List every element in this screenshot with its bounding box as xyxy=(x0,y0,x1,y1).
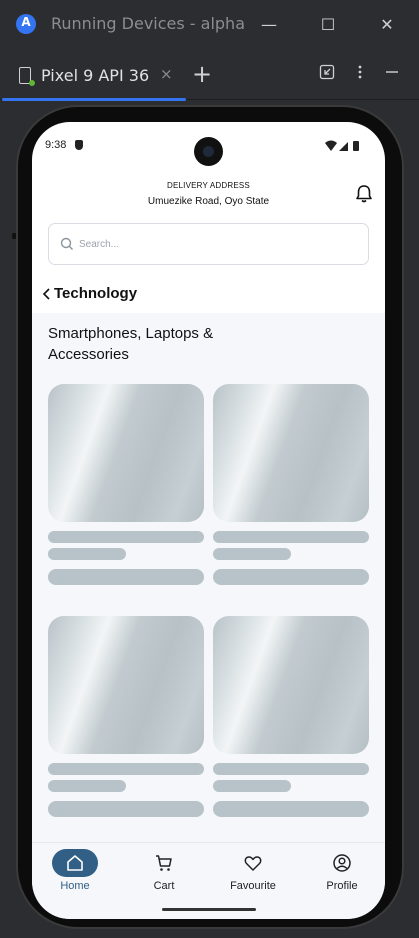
product-image-placeholder xyxy=(213,616,369,754)
category-title: Smartphones, Laptops & Accessories xyxy=(48,325,214,363)
minimize-button[interactable]: — xyxy=(254,10,284,40)
nav-item-home[interactable]: Home xyxy=(40,849,110,899)
skeleton-price-bar xyxy=(213,801,369,817)
nav-item-cart[interactable]: Cart xyxy=(129,849,199,899)
add-tab-button[interactable]: + xyxy=(190,60,214,88)
delivery-address-label: DELIVERY ADDRESS xyxy=(167,181,250,190)
tab-pixel-9-api-36[interactable]: Pixel 9 API 36 × xyxy=(0,50,186,101)
product-card-skeleton[interactable] xyxy=(48,616,204,822)
profile-icon xyxy=(333,854,351,872)
product-card-skeleton[interactable] xyxy=(213,616,369,822)
collapse-icon[interactable] xyxy=(316,64,338,86)
front-camera xyxy=(194,137,223,166)
phone-screen: 9:38 DELIVERY ADDRESS Umuezike Road, Oyo… xyxy=(32,122,385,919)
wifi-icon xyxy=(325,140,337,151)
search-bar[interactable] xyxy=(48,223,369,265)
skeleton-price-bar xyxy=(48,569,204,585)
app-header: DELIVERY ADDRESS Umuezike Road, Oyo Stat… xyxy=(32,168,385,214)
android-studio-logo-icon: A xyxy=(16,14,36,34)
device-tab-bar: Pixel 9 API 36 × + xyxy=(0,50,419,101)
nav-label-profile: Profile xyxy=(326,880,358,892)
tab-label: Pixel 9 API 36 xyxy=(41,66,150,85)
battery-icon xyxy=(353,141,359,151)
status-time: 9:38 xyxy=(45,139,67,151)
nav-label-favourite: Favourite xyxy=(230,880,276,892)
product-card-skeleton[interactable] xyxy=(213,384,369,590)
back-chevron-icon[interactable] xyxy=(40,286,54,302)
delivery-address-value[interactable]: Umuezike Road, Oyo State xyxy=(32,196,385,207)
signal-icon xyxy=(339,142,348,151)
skeleton-price-bar xyxy=(48,801,204,817)
nav-item-favourite[interactable]: Favourite xyxy=(218,849,288,899)
status-icons xyxy=(325,140,359,151)
product-image-placeholder xyxy=(48,616,204,754)
nav-label-cart: Cart xyxy=(153,880,175,892)
heart-icon xyxy=(244,856,262,871)
skeleton-price-bar xyxy=(213,569,369,585)
more-options-icon[interactable] xyxy=(349,64,371,86)
skeleton-title-bar xyxy=(48,763,204,775)
search-icon xyxy=(60,237,73,250)
status-bar: 9:38 xyxy=(32,122,385,168)
skeleton-subtitle-bar xyxy=(213,548,291,560)
hide-panel-icon[interactable] xyxy=(381,64,403,86)
nav-label-home: Home xyxy=(60,880,90,892)
product-card-skeleton[interactable] xyxy=(48,384,204,590)
skeleton-title-bar xyxy=(48,531,204,543)
skeleton-title-bar xyxy=(213,763,369,775)
ide-title-bar: A Running Devices - alpha — ☐ ✕ xyxy=(0,0,419,50)
nav-item-profile[interactable]: Profile xyxy=(307,849,377,899)
home-icon xyxy=(67,855,83,871)
product-content: Smartphones, Laptops & Accessories xyxy=(32,313,385,842)
search-input[interactable] xyxy=(79,234,359,254)
window-title: Running Devices - alpha xyxy=(51,14,245,33)
shield-icon xyxy=(75,140,83,150)
product-image-placeholder xyxy=(213,384,369,522)
device-running-indicator xyxy=(29,80,35,86)
notification-bell-icon[interactable] xyxy=(354,184,374,204)
close-window-button[interactable]: ✕ xyxy=(372,10,402,40)
home-indicator[interactable] xyxy=(162,908,256,911)
maximize-button[interactable]: ☐ xyxy=(313,10,343,40)
product-image-placeholder xyxy=(48,384,204,522)
tab-close-icon[interactable]: × xyxy=(160,65,173,83)
skeleton-subtitle-bar xyxy=(48,780,126,792)
section-header: Technology xyxy=(32,277,385,313)
skeleton-subtitle-bar xyxy=(213,780,291,792)
cart-icon xyxy=(156,855,172,871)
skeleton-subtitle-bar xyxy=(48,548,126,560)
skeleton-title-bar xyxy=(213,531,369,543)
section-title: Technology xyxy=(54,285,138,302)
